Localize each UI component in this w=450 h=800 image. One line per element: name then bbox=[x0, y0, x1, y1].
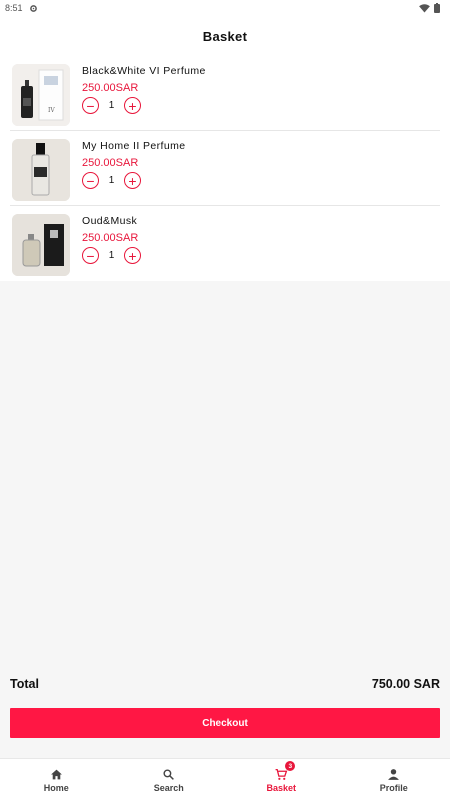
home-icon bbox=[50, 769, 62, 779]
search-icon bbox=[163, 768, 175, 780]
cart-count-badge: 3 bbox=[285, 761, 296, 771]
person-icon bbox=[388, 768, 400, 780]
minus-icon: − bbox=[86, 247, 95, 264]
quantity-stepper: − 1 + bbox=[82, 172, 185, 189]
battery-icon bbox=[434, 3, 440, 13]
page-title: Basket bbox=[202, 28, 248, 44]
product-price: 250.00SAR bbox=[82, 232, 139, 244]
plus-icon: + bbox=[128, 247, 137, 264]
product-price: 250.00SAR bbox=[82, 82, 139, 94]
basket-item[interactable]: IV Black&White VI Perfume 250.00SAR − 1 … bbox=[10, 56, 440, 131]
decrease-quantity-button[interactable]: − bbox=[82, 97, 99, 114]
nav-item-search[interactable]: Search bbox=[113, 759, 226, 800]
quantity-stepper: − 1 + bbox=[82, 247, 141, 264]
nav-item-basket[interactable]: 3 Basket bbox=[225, 759, 338, 800]
nav-label: Profile bbox=[379, 783, 408, 793]
decrease-quantity-button[interactable]: − bbox=[82, 247, 99, 264]
quantity-stepper: − 1 + bbox=[82, 97, 206, 114]
status-time: 8:51 bbox=[5, 3, 23, 13]
total-row: Total 750.00 SAR bbox=[10, 677, 440, 691]
basket-item[interactable]: My Home II Perfume 250.00SAR − 1 + bbox=[10, 131, 440, 206]
product-image bbox=[12, 139, 70, 201]
increase-quantity-button[interactable]: + bbox=[124, 172, 141, 189]
increase-quantity-button[interactable]: + bbox=[124, 247, 141, 264]
svg-text:IV: IV bbox=[48, 107, 55, 114]
product-image: IV bbox=[12, 64, 70, 126]
decrease-quantity-button[interactable]: − bbox=[82, 172, 99, 189]
minus-icon: − bbox=[86, 97, 95, 114]
product-name: Oud&Musk bbox=[82, 215, 138, 227]
quantity-value: 1 bbox=[108, 100, 115, 111]
nav-item-home[interactable]: Home bbox=[0, 759, 113, 800]
basket-list: IV Black&White VI Perfume 250.00SAR − 1 … bbox=[0, 56, 450, 281]
quantity-value: 1 bbox=[108, 250, 115, 261]
total-label: Total bbox=[10, 677, 39, 691]
product-name: My Home II Perfume bbox=[82, 140, 186, 152]
bottom-nav: Home Search 3 Basket Profile bbox=[0, 758, 450, 800]
checkout-button[interactable]: Checkout bbox=[10, 708, 440, 738]
product-name: Black&White VI Perfume bbox=[82, 65, 206, 77]
product-image bbox=[12, 214, 70, 276]
quantity-value: 1 bbox=[108, 175, 115, 186]
nav-item-profile[interactable]: Profile bbox=[338, 759, 450, 800]
product-price: 250.00SAR bbox=[82, 157, 139, 169]
increase-quantity-button[interactable]: + bbox=[124, 97, 141, 114]
nav-label: Home bbox=[43, 783, 69, 793]
basket-item[interactable]: Oud&Musk 250.00SAR − 1 + bbox=[10, 206, 440, 281]
plus-icon: + bbox=[128, 172, 137, 189]
nav-label: Basket bbox=[266, 783, 297, 793]
status-bar: 8:51 bbox=[0, 0, 450, 16]
total-value: 750.00 SAR bbox=[371, 677, 440, 691]
minus-icon: − bbox=[86, 172, 95, 189]
settings-icon bbox=[29, 4, 37, 12]
plus-icon: + bbox=[128, 97, 137, 114]
wifi-icon bbox=[419, 3, 430, 13]
app-bar: Basket bbox=[0, 16, 450, 56]
nav-label: Search bbox=[153, 783, 184, 793]
